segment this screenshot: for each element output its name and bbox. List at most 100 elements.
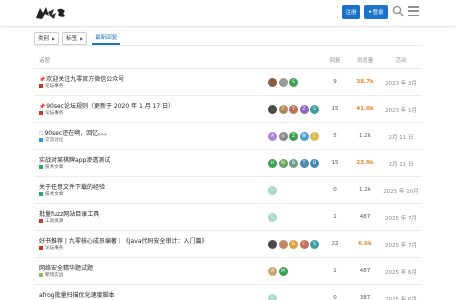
avatar[interactable]: W bbox=[299, 132, 309, 141]
activity-time[interactable]: 2025 年 6月 bbox=[380, 268, 422, 276]
tag-dropdown[interactable]: 标签 ▶ bbox=[62, 31, 88, 45]
reply-count[interactable]: 1 bbox=[327, 268, 343, 274]
topic-title: 批量fuzz网站目录工具 bbox=[39, 211, 100, 218]
table-row[interactable]: ☐90sec还在啊，回忆。。。 交流讨论 A ◎ Z W E 5 1.2k 2月 11 日 bbox=[34, 123, 422, 150]
avatar[interactable]: T bbox=[289, 105, 298, 114]
avatar[interactable] bbox=[278, 78, 288, 87]
table-row[interactable]: 关于任意文件下载的经验 技术文章 L 0 1.2k 2025 年 10月 bbox=[34, 177, 422, 204]
avatar[interactable]: L bbox=[268, 294, 277, 300]
table-row[interactable]: 实战对某棋牌app渗透测试 技术文章 H W B T D 15 22.9k 2月 11 日 bbox=[34, 150, 422, 177]
avatar[interactable]: C bbox=[299, 240, 309, 249]
view-count: 22.9k bbox=[356, 160, 374, 166]
avatar[interactable]: L bbox=[268, 213, 277, 222]
table-row[interactable]: 📌90sec论坛规则（更新于 2020 年 1 月 17 日） 论坛事务 T T Z S 1… bbox=[34, 96, 422, 123]
activity-time[interactable]: 2023 年 1月 bbox=[380, 106, 422, 114]
topic-title-link[interactable]: 批量fuzz网站目录工具 bbox=[39, 209, 99, 218]
search-icon[interactable] bbox=[392, 5, 404, 17]
avatar[interactable]: L bbox=[268, 186, 277, 195]
avatar[interactable]: H bbox=[268, 159, 277, 168]
avatar[interactable]: D bbox=[310, 159, 319, 168]
category-color-swatch bbox=[39, 111, 43, 115]
avatar[interactable] bbox=[268, 105, 277, 114]
avatar[interactable]: T bbox=[278, 105, 288, 114]
topic-title-link[interactable]: ☐90sec还在啊，回忆。。。 bbox=[39, 128, 110, 137]
column-header-activity[interactable]: 活动 bbox=[380, 56, 422, 64]
category-badge[interactable]: 靶场实战 bbox=[39, 272, 63, 278]
category-label: 工具资源 bbox=[45, 219, 64, 224]
view-count: 487 bbox=[359, 214, 371, 220]
activity-time[interactable]: 2025 年 6月 bbox=[380, 295, 422, 300]
login-button[interactable]: ● 登录 bbox=[364, 5, 388, 19]
avatar[interactable] bbox=[278, 240, 288, 249]
category-label: 交流讨论 bbox=[45, 138, 64, 143]
reply-count[interactable]: 9 bbox=[327, 79, 343, 85]
topic-title-link[interactable]: 📌欢迎关注九零官方微信公众号 bbox=[39, 74, 124, 83]
avatar[interactable]: Z bbox=[289, 132, 298, 141]
avatar[interactable]: ◎ bbox=[278, 132, 288, 141]
view-count: 38.7k bbox=[356, 79, 374, 85]
category-badge[interactable]: 技术文章 bbox=[39, 191, 63, 197]
avatar[interactable] bbox=[268, 240, 277, 249]
reply-count[interactable]: 0 bbox=[327, 187, 343, 193]
column-header-topic[interactable]: 话题 bbox=[39, 56, 50, 64]
reply-count[interactable]: 15 bbox=[327, 160, 343, 166]
column-header-views[interactable]: 浏览量 bbox=[352, 56, 378, 64]
column-header-replies[interactable]: 回复 bbox=[327, 56, 343, 64]
avatar[interactable]: W bbox=[278, 159, 288, 168]
site-logo[interactable] bbox=[34, 4, 68, 22]
avatar[interactable]: S bbox=[310, 240, 319, 249]
table-row[interactable]: 批量fuzz网站目录工具 工具资源 L 1 487 2025 年 7月 bbox=[34, 204, 422, 231]
table-row[interactable]: afrog批量扫描优化速度脚本 L 0 387 2025 年 6月 bbox=[34, 285, 422, 300]
category-badge[interactable]: 工具资源 bbox=[39, 218, 63, 224]
avatar[interactable]: T bbox=[299, 159, 309, 168]
reply-count[interactable]: 15 bbox=[327, 106, 343, 112]
category-badge[interactable]: 论坛事务 bbox=[39, 83, 63, 89]
tab-latest[interactable]: 最新回复 bbox=[92, 31, 121, 45]
activity-time[interactable]: 2025 年 7月 bbox=[380, 241, 422, 249]
table-row[interactable]: 📌欢迎关注九零官方微信公众号 论坛事务 S 9 38.7k 2023 年 3月 bbox=[34, 69, 422, 96]
topic-title-link[interactable]: 实战对某棋牌app渗透测试 bbox=[39, 155, 110, 164]
view-count: 387 bbox=[359, 295, 371, 300]
avatar[interactable]: E bbox=[310, 132, 319, 141]
avatar[interactable] bbox=[268, 78, 277, 87]
activity-time[interactable]: 2025 年 7月 bbox=[380, 214, 422, 222]
signup-button[interactable]: 注册 bbox=[342, 5, 360, 19]
avatar[interactable]: M bbox=[278, 267, 288, 276]
poster-avatars: L bbox=[268, 213, 279, 222]
avatar[interactable]: Z bbox=[299, 105, 309, 114]
topic-title-link[interactable]: afrog批量扫描优化速度脚本 bbox=[39, 290, 115, 299]
reply-count[interactable]: 5 bbox=[327, 133, 343, 139]
category-badge[interactable]: 交流讨论 bbox=[39, 137, 63, 143]
activity-time[interactable]: 2025 年 10月 bbox=[380, 187, 422, 195]
reply-count[interactable]: 22 bbox=[327, 241, 343, 247]
topic-title-link[interactable]: 📌90sec论坛规则（更新于 2020 年 1 月 17 日） bbox=[39, 101, 174, 110]
topic-title-link[interactable]: 关于任意文件下载的经验 bbox=[39, 182, 105, 191]
site-header: 注册 ● 登录 bbox=[0, 0, 456, 26]
reply-count[interactable]: 1 bbox=[327, 214, 343, 220]
avatar[interactable]: G bbox=[289, 240, 298, 249]
category-badge[interactable]: 技术文章 bbox=[39, 164, 63, 170]
activity-time[interactable]: 2月 11 日 bbox=[380, 160, 422, 168]
topic-title: 欢迎关注九零官方微信公众号 bbox=[46, 76, 125, 83]
view-count: 487 bbox=[359, 268, 371, 274]
topic-filter-nav: 类别 ▶ 标签 ▶ 最新回复 bbox=[34, 31, 121, 45]
activity-time[interactable]: 2023 年 3月 bbox=[380, 79, 422, 87]
avatar[interactable]: S bbox=[310, 105, 319, 114]
topic-title-link[interactable]: 网络安全精华题试题 bbox=[39, 263, 93, 272]
topic-title-link[interactable]: 好书推荐 | 九零核心成员编著｜《Java代码安全审计：入门篇》 bbox=[39, 236, 208, 245]
avatar[interactable]: A bbox=[268, 132, 277, 141]
category-badge[interactable]: 论坛事务 bbox=[39, 110, 63, 116]
category-color-swatch bbox=[39, 165, 43, 169]
hamburger-menu-icon[interactable] bbox=[408, 6, 419, 16]
category-badge[interactable]: 论坛事务 bbox=[39, 245, 63, 251]
activity-time[interactable]: 2月 11 日 bbox=[380, 133, 422, 141]
category-dropdown[interactable]: 类别 ▶ bbox=[34, 31, 60, 45]
table-row[interactable]: 好书推荐 | 九零核心成员编著｜《Java代码安全审计：入门篇》 论坛事务 G C S 2… bbox=[34, 231, 422, 258]
reply-count[interactable]: 0 bbox=[327, 295, 343, 300]
category-color-swatch bbox=[39, 219, 43, 223]
avatar[interactable]: B bbox=[289, 159, 298, 168]
category-color-swatch bbox=[39, 192, 43, 196]
avatar[interactable]: S bbox=[289, 78, 298, 87]
table-row[interactable]: 网络安全精华题试题 靶场实战 A M 1 487 2025 年 6月 bbox=[34, 258, 422, 285]
avatar[interactable]: A bbox=[268, 267, 277, 276]
